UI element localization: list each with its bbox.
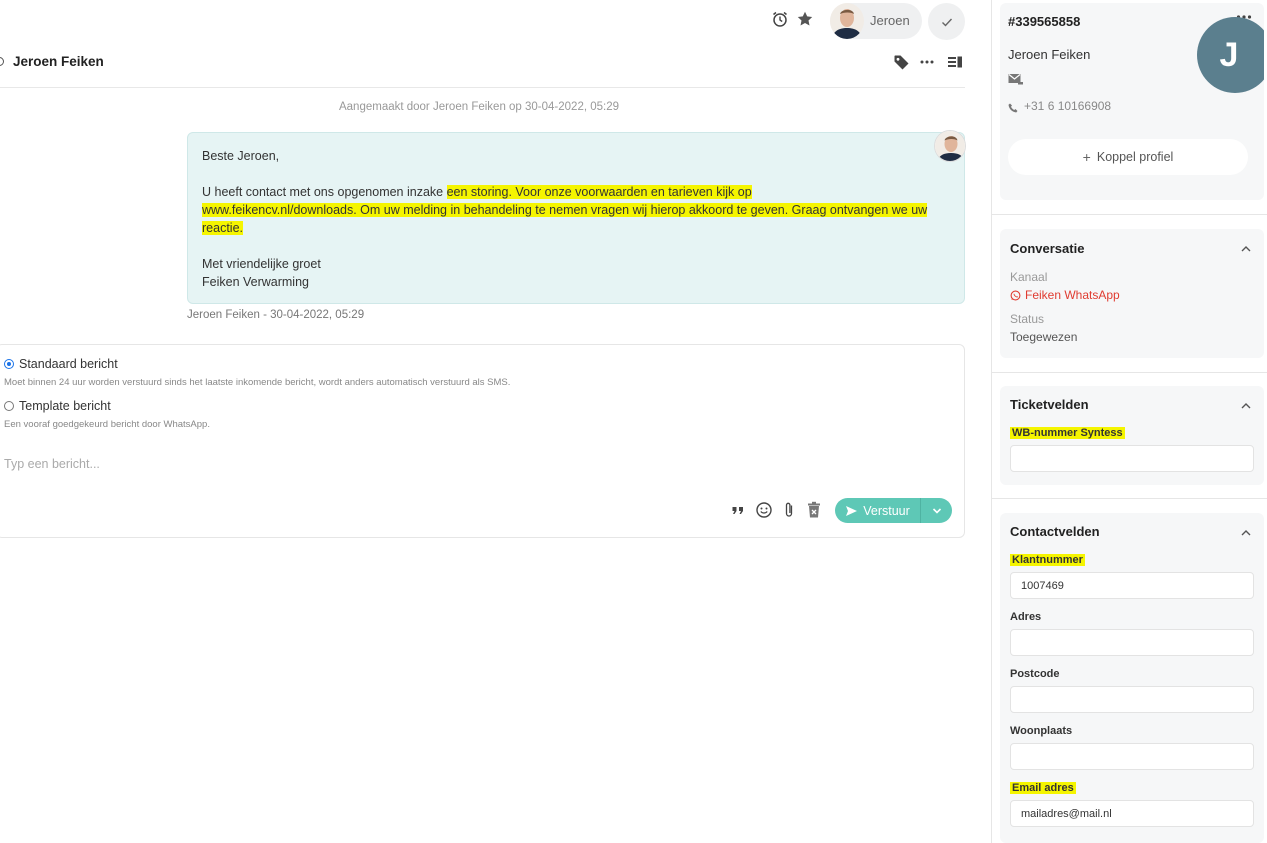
contact-sidebar: #339565858 J Jeroen Feiken +31 6 1016690… (991, 0, 1267, 843)
wb-number-label: WB-nummer Syntess (1010, 427, 1125, 439)
status-label: Status (1010, 312, 1045, 326)
conversation-created-line: Aangemaakt door Jeroen Feiken op 30-04-2… (338, 101, 620, 113)
message-body: U heeft contact met ons opgenomen inzake… (202, 183, 950, 237)
conversation-title: Jeroen Feiken (13, 54, 104, 69)
emoji-icon[interactable] (755, 501, 773, 519)
email-icon[interactable] (1008, 73, 1023, 88)
discard-draft-icon[interactable] (805, 501, 823, 519)
radio-standard-label: Standaard bericht (19, 357, 118, 371)
template-message-hint: Een vooraf goedgekeurd bericht door What… (4, 419, 210, 430)
contact-fields-panel: Contactvelden Klantnummer Adres Postcode… (1000, 513, 1264, 843)
ticket-id: #339565858 (1008, 14, 1081, 29)
city-input[interactable] (1010, 743, 1254, 770)
check-icon (941, 18, 952, 27)
email-address-label: Email adres (1010, 782, 1076, 794)
radio-template-label: Template bericht (19, 399, 111, 413)
radio-template-message[interactable]: Template bericht (4, 399, 111, 413)
alarm-clock-icon[interactable] (770, 9, 790, 29)
message-body-text: U heeft contact met ons opgenomen inzake (202, 185, 447, 199)
send-options-dropdown[interactable] (920, 498, 952, 523)
channel-value[interactable]: Feiken WhatsApp (1010, 288, 1120, 302)
link-profile-button[interactable]: + Koppel profiel (1008, 139, 1248, 175)
postcode-label: Postcode (1010, 668, 1060, 680)
quote-icon[interactable] (729, 501, 747, 519)
ticket-fields-title: Ticketvelden (1010, 397, 1089, 412)
ticket-fields-panel: Ticketvelden WB-nummer Syntess (1000, 386, 1264, 485)
conversation-panel-title: Conversatie (1010, 241, 1085, 256)
chevron-up-icon[interactable] (1240, 527, 1252, 539)
address-input[interactable] (1010, 629, 1254, 656)
send-button-label: Verstuur (863, 503, 910, 518)
message-closing: Met vriendelijke groet (202, 257, 321, 271)
wb-number-input[interactable] (1010, 445, 1254, 472)
customer-number-label: Klantnummer (1010, 554, 1085, 566)
radio-standard-message[interactable]: Standaard bericht (4, 357, 118, 371)
chevron-up-icon[interactable] (1240, 243, 1252, 255)
message-highlight: www.feikencv.nl/downloads. Om uw melding… (202, 203, 928, 235)
message-bubble: Beste Jeroen, U heeft contact met ons op… (187, 132, 965, 304)
plus-icon: + (1082, 149, 1091, 165)
star-icon[interactable] (795, 9, 815, 29)
channel-name: Feiken WhatsApp (1025, 288, 1120, 302)
contact-card: #339565858 J Jeroen Feiken +31 6 1016690… (1000, 3, 1264, 200)
message-highlight: een storing. Voor onze voorwaarden en ta… (446, 185, 752, 199)
sidebar-divider (992, 372, 1267, 373)
message-meta: Jeroen Feiken - 30-04-2022, 05:29 (187, 309, 365, 321)
city-label: Woonplaats (1010, 725, 1073, 737)
message-input[interactable] (4, 457, 704, 471)
contact-name: Jeroen Feiken (1008, 47, 1091, 62)
agent-name: Jeroen (870, 13, 910, 28)
address-label: Adres (1010, 611, 1042, 623)
message-author-avatar (934, 130, 966, 162)
message-composer: Standaard bericht Moet binnen 24 uur wor… (0, 344, 965, 538)
email-address-input[interactable] (1010, 800, 1254, 827)
contact-avatar: J (1197, 17, 1264, 93)
more-options-icon[interactable] (918, 53, 936, 71)
top-bar: Jeroen (0, 0, 975, 42)
standard-message-hint: Moet binnen 24 uur worden verstuurd sind… (4, 377, 511, 388)
postcode-input[interactable] (1010, 686, 1254, 713)
channel-label: Kanaal (1010, 270, 1048, 284)
contact-phone[interactable]: +31 6 10166908 (1024, 99, 1111, 113)
attachment-icon[interactable] (780, 501, 798, 519)
conversation-panel: Conversatie Kanaal Feiken WhatsApp Statu… (1000, 229, 1264, 358)
contact-fields-title: Contactvelden (1010, 524, 1100, 539)
sidebar-divider (992, 498, 1267, 499)
message-greeting: Beste Jeroen, (202, 149, 280, 163)
message-signature: Feiken Verwarming (202, 275, 309, 289)
conversation-header: Jeroen Feiken (0, 42, 965, 88)
toggle-sidebar-icon[interactable] (946, 53, 964, 71)
whatsapp-icon (1010, 290, 1021, 300)
send-icon (846, 505, 858, 516)
chevron-down-icon (932, 507, 941, 514)
send-button[interactable]: Verstuur (835, 498, 920, 523)
chevron-up-icon[interactable] (1240, 400, 1252, 412)
customer-number-input[interactable] (1010, 572, 1254, 599)
phone-icon (1008, 101, 1018, 116)
link-profile-label: Koppel profiel (1096, 150, 1174, 164)
sidebar-divider (992, 214, 1267, 215)
status-value: Toegewezen (1010, 330, 1078, 344)
agent-avatar (830, 3, 864, 39)
resolve-button[interactable] (928, 3, 965, 40)
radio-unselected-icon[interactable] (4, 401, 14, 411)
tag-icon[interactable] (892, 53, 910, 71)
status-dot-icon (0, 57, 4, 66)
radio-selected-icon[interactable] (4, 359, 14, 369)
